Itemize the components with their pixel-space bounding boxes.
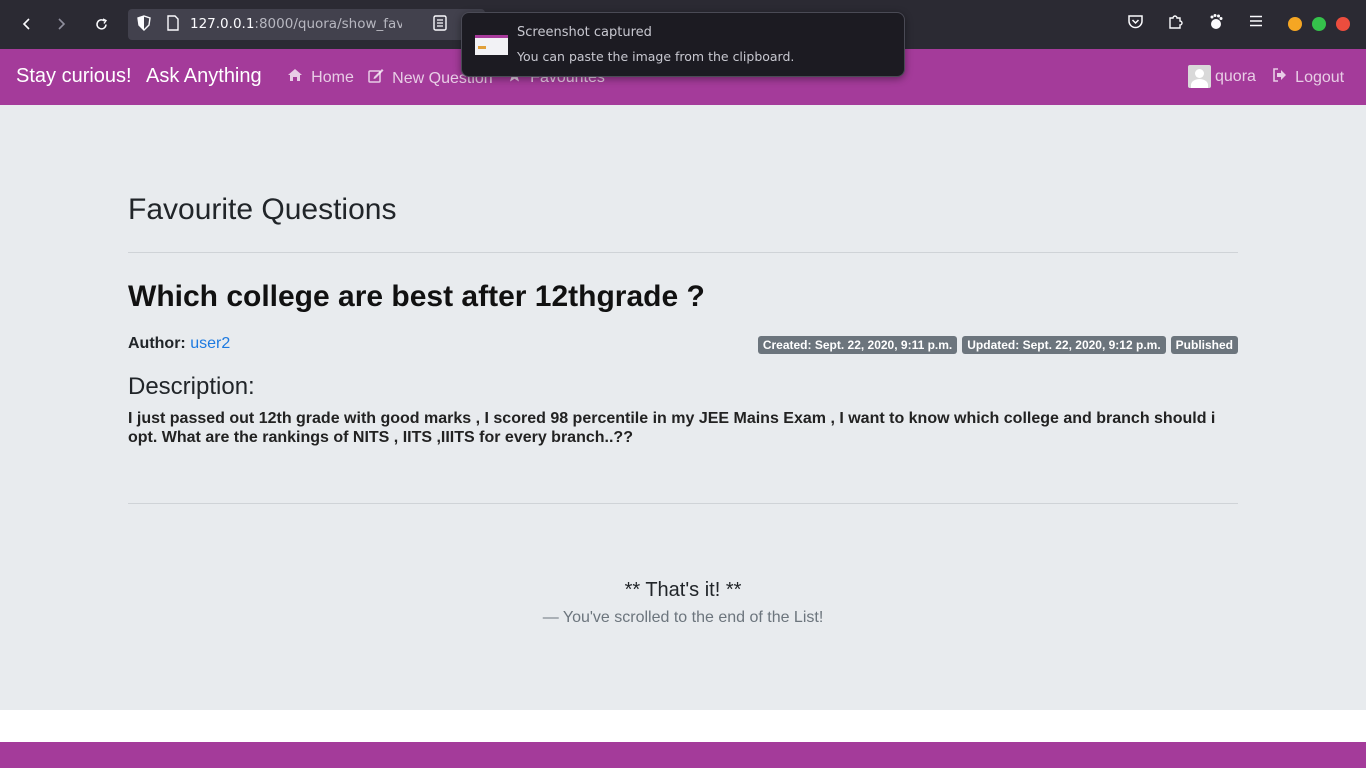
question-author: Author: user2	[128, 335, 230, 353]
status-badge: Published	[1170, 336, 1238, 354]
reload-icon[interactable]	[89, 12, 113, 36]
end-of-list-title: ** That's it! **	[624, 579, 742, 601]
url-bar[interactable]: 127.0.0.1:8000/quora/show_fav_q	[128, 9, 485, 40]
home-icon	[287, 69, 307, 86]
nav-user[interactable]: quora	[1215, 68, 1256, 86]
pocket-icon[interactable]	[1127, 13, 1144, 35]
screenshot-thumbnail	[475, 35, 508, 55]
screenshot-toast[interactable]: Screenshot captured You can paste the im…	[461, 12, 905, 77]
gnome-icon[interactable]	[1207, 13, 1224, 35]
author-label: Author:	[128, 335, 186, 352]
ask-anything-link[interactable]: Ask Anything	[146, 65, 262, 88]
question-badges: Created: Sept. 22, 2020, 9:11 p.m. Updat…	[757, 336, 1238, 354]
updated-badge: Updated: Sept. 22, 2020, 9:12 p.m.	[962, 336, 1166, 354]
toast-title: Screenshot captured	[517, 25, 652, 40]
reader-view-icon[interactable]	[433, 15, 447, 34]
page-title: Favourite Questions	[128, 193, 397, 226]
extensions-icon[interactable]	[1167, 13, 1184, 35]
logout-icon	[1272, 68, 1291, 86]
url-text: 127.0.0.1:8000/quora/show_fav_q	[190, 16, 402, 32]
edit-icon	[368, 69, 388, 87]
nav-logout-label: Logout	[1295, 69, 1345, 86]
description-heading: Description:	[128, 373, 255, 400]
created-badge: Created: Sept. 22, 2020, 9:11 p.m.	[757, 336, 958, 354]
forward-icon[interactable]	[49, 12, 73, 36]
brand-link[interactable]: Stay curious!	[16, 65, 132, 88]
nav-home[interactable]: Home	[287, 68, 354, 87]
minimize-button[interactable]	[1288, 17, 1302, 31]
description-text: I just passed out 12th grade with good m…	[128, 410, 1216, 446]
avatar[interactable]	[1188, 65, 1211, 88]
end-of-list-text: You've scrolled to the end of the List!	[562, 609, 824, 626]
menu-icon[interactable]	[1248, 13, 1264, 34]
footer	[0, 742, 1366, 768]
end-of-list-subtitle: — You've scrolled to the end of the List…	[542, 609, 824, 626]
question-title[interactable]: Which college are best after 12thgrade ?	[128, 280, 705, 314]
nav-home-label: Home	[311, 69, 354, 86]
back-icon[interactable]	[15, 12, 39, 36]
close-button[interactable]	[1336, 17, 1350, 31]
nav-logout[interactable]: Logout	[1272, 68, 1344, 87]
toast-subtitle: You can paste the image from the clipboa…	[517, 49, 795, 64]
divider	[128, 252, 1238, 253]
shield-icon[interactable]	[137, 15, 151, 34]
page-gap	[0, 710, 1366, 742]
divider	[128, 503, 1238, 504]
author-link[interactable]: user2	[190, 335, 230, 352]
page-icon	[166, 15, 180, 34]
maximize-button[interactable]	[1312, 17, 1326, 31]
main-content: Favourite Questions Which college are be…	[0, 105, 1366, 710]
